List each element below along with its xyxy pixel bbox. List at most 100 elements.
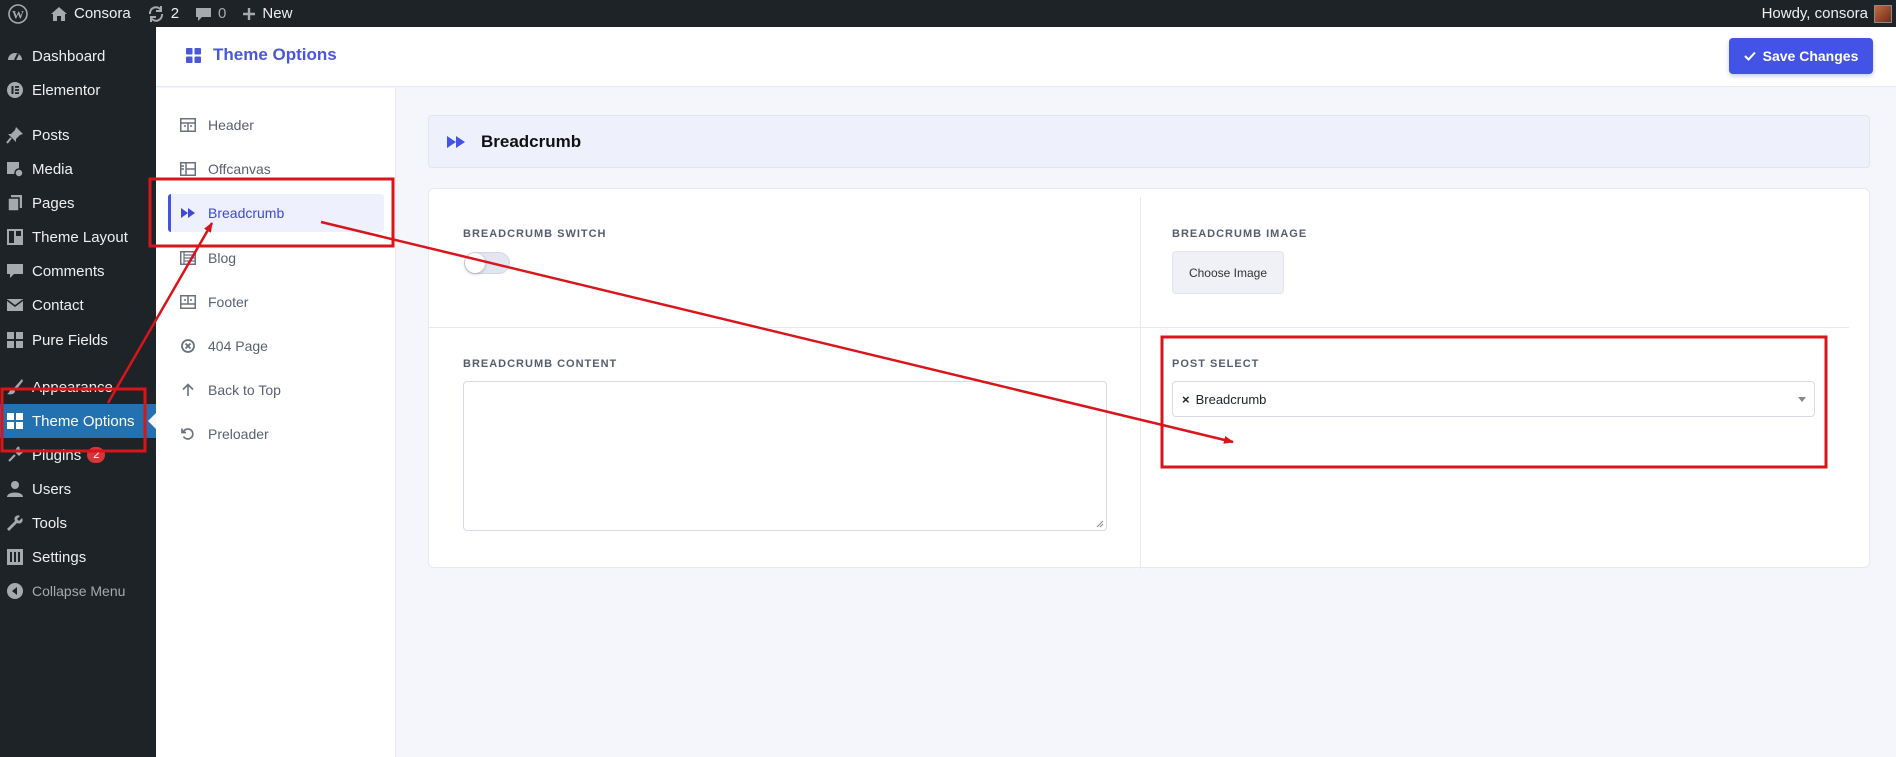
new-content-link[interactable]: New xyxy=(234,0,300,27)
pages-icon xyxy=(6,194,24,212)
comment-icon xyxy=(196,7,212,21)
menu-item-settings[interactable]: Settings xyxy=(0,540,156,574)
options-nav-label: Breadcrumb xyxy=(208,205,285,221)
menu-item-label: Collapse Menu xyxy=(32,583,126,599)
dashboard-icon xyxy=(6,47,24,65)
options-nav-label: Header xyxy=(208,117,254,133)
menu-item-label: Plugins xyxy=(32,446,82,464)
options-nav-breadcrumb[interactable]: Breadcrumb xyxy=(168,194,384,232)
options-nav-blog[interactable]: Blog xyxy=(168,239,384,277)
grid-icon xyxy=(6,412,24,430)
menu-item-elementor[interactable]: Elementor xyxy=(0,73,156,107)
menu-item-appearance[interactable]: Appearance xyxy=(0,370,156,404)
footer-icon xyxy=(179,295,197,309)
breadcrumb-settings-panel: BREADCRUMB SWITCH BREADCRUMB IMAGE Choos… xyxy=(428,188,1870,569)
wrench-icon xyxy=(6,514,24,532)
options-nav-label: Back to Top xyxy=(208,382,281,398)
options-nav-preloader[interactable]: Preloader xyxy=(168,415,384,453)
site-name-link[interactable]: Consora xyxy=(42,0,139,27)
menu-item-label: Media xyxy=(32,160,73,178)
menu-item-pure-fields[interactable]: Pure Fields xyxy=(0,323,156,357)
new-label: New xyxy=(262,5,293,22)
column-divider xyxy=(1140,197,1141,569)
my-account[interactable]: Howdy, consora xyxy=(1762,0,1896,27)
options-nav-header[interactable]: Header xyxy=(168,106,384,144)
wordpress-logo[interactable]: W xyxy=(0,0,42,27)
forward-icon xyxy=(447,135,465,148)
plus-icon xyxy=(243,7,256,20)
menu-item-label: Settings xyxy=(32,548,87,566)
breadcrumb-content-label: BREADCRUMB CONTENT xyxy=(463,358,618,370)
forward-icon xyxy=(179,208,197,218)
collapse-menu-button[interactable]: Collapse Menu xyxy=(0,574,156,608)
mail-icon xyxy=(6,296,24,314)
home-icon xyxy=(51,6,67,21)
header-icon xyxy=(179,118,197,132)
save-changes-button[interactable]: Save Changes xyxy=(1729,38,1873,74)
options-nav-back-to-top[interactable]: Back to Top xyxy=(168,371,384,409)
options-nav: Header Offcanvas Breadcrumb Blog Footer … xyxy=(156,88,396,757)
collapse-icon xyxy=(6,582,24,600)
breadcrumb-switch-toggle[interactable] xyxy=(464,252,510,274)
menu-item-theme-layout[interactable]: Theme Layout xyxy=(0,220,156,254)
options-nav-label: 404 Page xyxy=(208,338,268,354)
updates-link[interactable]: 2 xyxy=(139,0,187,27)
options-nav-404-page[interactable]: 404 Page xyxy=(168,327,384,365)
arrow-up-icon xyxy=(179,383,197,397)
remove-selection-icon[interactable]: × xyxy=(1182,392,1190,407)
toggle-knob xyxy=(465,253,485,273)
updates-count: 2 xyxy=(170,5,180,22)
menu-item-plugins[interactable]: Plugins 2 xyxy=(0,438,156,472)
page-title: Theme Options xyxy=(186,45,337,65)
section-header: Breadcrumb xyxy=(428,115,1870,168)
menu-item-posts[interactable]: Posts xyxy=(0,118,156,152)
theme-options-header: Theme Options Save Changes xyxy=(156,27,1896,87)
greeting: Howdy, consora xyxy=(1761,5,1868,22)
user-icon xyxy=(6,480,24,498)
post-select-dropdown[interactable]: × Breadcrumb xyxy=(1172,381,1815,417)
section-title: Breadcrumb xyxy=(481,131,582,151)
options-nav-offcanvas[interactable]: Offcanvas xyxy=(168,150,384,188)
menu-item-label: Comments xyxy=(32,262,105,280)
comments-link[interactable]: 0 xyxy=(187,0,234,27)
menu-item-dashboard[interactable]: Dashboard xyxy=(0,39,156,73)
offcanvas-icon xyxy=(179,162,197,176)
comment-icon xyxy=(6,262,24,280)
menu-item-theme-options[interactable]: Theme Options xyxy=(0,404,156,438)
post-select-label: POST SELECT xyxy=(1172,358,1260,370)
menu-item-contact[interactable]: Contact xyxy=(0,288,156,322)
choose-image-button[interactable]: Choose Image xyxy=(1172,251,1284,294)
layout-icon xyxy=(6,228,24,246)
pin-icon xyxy=(6,126,24,144)
menu-item-label: Dashboard xyxy=(32,47,106,65)
menu-item-label: Contact xyxy=(32,296,84,314)
wordpress-icon: W xyxy=(8,3,28,24)
comments-count: 0 xyxy=(218,5,227,22)
menu-item-label: Appearance xyxy=(32,378,113,396)
avatar xyxy=(1874,4,1892,23)
menu-item-tools[interactable]: Tools xyxy=(0,506,156,540)
breadcrumb-content-textarea[interactable] xyxy=(463,381,1107,531)
breadcrumb-image-label: BREADCRUMB IMAGE xyxy=(1172,228,1308,240)
breadcrumb-switch-label: BREADCRUMB SWITCH xyxy=(463,228,607,240)
plugins-update-badge: 2 xyxy=(87,447,106,463)
resize-grip-icon[interactable] xyxy=(1096,520,1104,528)
post-select-value: Breadcrumb xyxy=(1195,391,1267,407)
options-nav-label: Offcanvas xyxy=(208,161,271,177)
refresh-icon xyxy=(179,427,197,441)
check-icon xyxy=(1743,51,1756,61)
elementor-icon xyxy=(6,81,24,99)
page-title-text: Theme Options xyxy=(213,45,337,64)
svg-text:W: W xyxy=(12,7,24,21)
menu-item-users[interactable]: Users xyxy=(0,472,156,506)
save-changes-label: Save Changes xyxy=(1762,48,1859,64)
grid-icon xyxy=(186,47,201,63)
menu-item-label: Users xyxy=(32,480,72,498)
updates-icon xyxy=(148,5,163,22)
menu-item-media[interactable]: Media xyxy=(0,152,156,186)
menu-item-comments[interactable]: Comments xyxy=(0,254,156,288)
blog-icon xyxy=(179,251,197,265)
options-nav-footer[interactable]: Footer xyxy=(168,283,384,321)
menu-item-pages[interactable]: Pages xyxy=(0,186,156,220)
chevron-down-icon[interactable] xyxy=(1798,397,1806,402)
